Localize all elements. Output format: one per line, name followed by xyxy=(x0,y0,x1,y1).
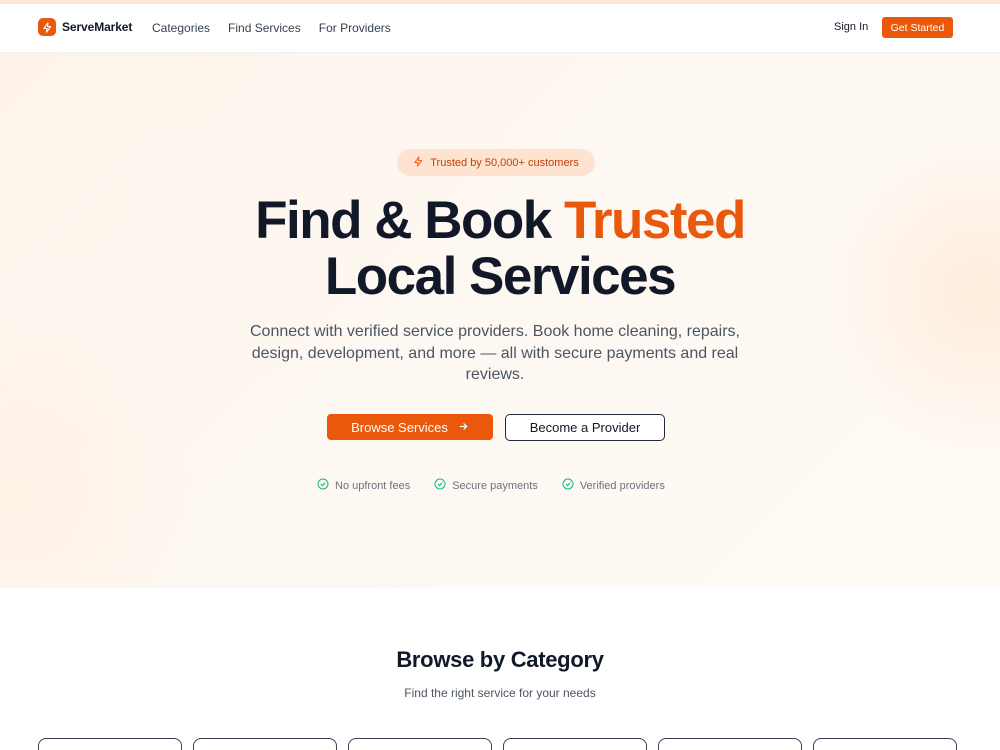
brand-name: ServeMarket xyxy=(62,20,133,34)
nav-link-find-services[interactable]: Find Services xyxy=(228,21,301,35)
headline-line2: Local Services xyxy=(324,247,677,306)
hero-headline: Find & Book Trusted Local Services xyxy=(0,193,1000,305)
feature-label: No upfront fees xyxy=(335,479,411,492)
feature-item: Verified providers xyxy=(562,478,665,493)
category-card[interactable] xyxy=(813,738,957,750)
check-circle-icon xyxy=(434,478,446,493)
category-section-subtitle: Find the right service for your needs xyxy=(404,686,596,700)
browse-services-label: Browse Services xyxy=(351,419,448,435)
browse-services-button[interactable]: Browse Services xyxy=(327,414,493,440)
trust-badge-label: Trusted by 50,000+ customers xyxy=(430,156,579,169)
feature-item: No upfront fees xyxy=(317,478,410,493)
feature-item: Secure payments xyxy=(434,478,538,493)
nav-link-for-providers[interactable]: For Providers xyxy=(319,21,391,35)
feature-label: Verified providers xyxy=(579,479,665,492)
sign-in-link[interactable]: Sign In xyxy=(834,21,868,33)
nav-links: Categories Find Services For Providers xyxy=(152,21,391,35)
headline-accent: Trusted xyxy=(563,191,746,250)
brand-logo[interactable]: ServeMarket xyxy=(38,18,132,36)
become-provider-button[interactable]: Become a Provider xyxy=(505,414,665,441)
check-circle-icon xyxy=(562,478,574,493)
category-card[interactable] xyxy=(193,738,337,750)
hero-section: Trusted by 50,000+ customers Find & Book… xyxy=(0,53,1000,588)
category-section-title: Browse by Category xyxy=(396,647,604,672)
get-started-button[interactable]: Get Started xyxy=(882,17,953,38)
nav-link-categories[interactable]: Categories xyxy=(152,21,210,35)
headline-part1: Find & Book xyxy=(255,191,564,250)
category-card[interactable] xyxy=(503,738,647,750)
feature-label: Secure payments xyxy=(452,479,538,492)
category-card[interactable] xyxy=(348,738,492,750)
lightning-icon xyxy=(38,18,56,36)
arrow-right-icon xyxy=(458,420,469,435)
category-card[interactable] xyxy=(658,738,802,750)
check-circle-icon xyxy=(317,478,329,493)
category-card[interactable] xyxy=(38,738,182,750)
lightning-icon xyxy=(413,155,424,170)
top-nav: ServeMarket Categories Find Services For… xyxy=(0,4,1000,53)
feature-list: No upfront fees Secure payments Verified… xyxy=(317,478,665,493)
hero-glow-decoration xyxy=(0,313,200,588)
hero-subtext: Connect with verified service providers.… xyxy=(249,323,740,383)
trust-badge: Trusted by 50,000+ customers xyxy=(397,149,595,176)
category-cards xyxy=(38,738,957,750)
